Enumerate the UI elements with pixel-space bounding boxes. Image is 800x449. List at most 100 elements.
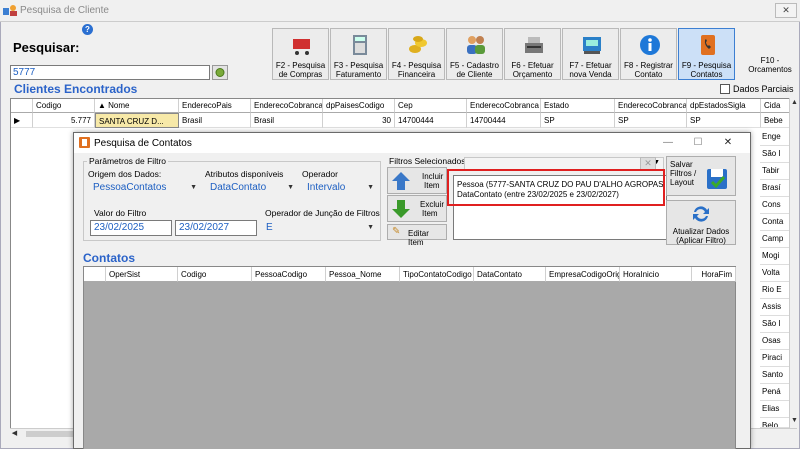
row-indicator[interactable]: ▶ — [11, 113, 33, 128]
f10-orcamentos-button[interactable]: F10 - Orcamentos — [742, 56, 798, 74]
operador-juncao-label: Operador de Junção de Filtros — [265, 208, 380, 218]
atributos-select[interactable]: DataContato ▼ — [205, 180, 298, 196]
origem-dados-label: Origem dos Dados: — [88, 169, 162, 179]
contatos-header-empresacodigoorig[interactable]: EmpresaCodigoOrig — [546, 267, 620, 282]
city-cell[interactable]: Conta — [760, 214, 790, 231]
cell-cidade[interactable]: Bebe — [761, 113, 791, 128]
f9-pesquisa-contatos-button[interactable]: F9 - Pesquisa Contatos — [678, 28, 735, 80]
city-cell[interactable]: Pená — [760, 384, 790, 401]
city-cell[interactable]: Rio E — [760, 282, 790, 299]
contatos-header-indicator — [84, 267, 106, 282]
grid-header-cidade[interactable]: Cida — [761, 99, 791, 113]
cell-enderecopais[interactable]: Brasil — [179, 113, 251, 128]
grid-header-dppaisescodigo[interactable]: dpPaisesCodigo — [323, 99, 395, 113]
help-icon[interactable]: ? — [82, 24, 93, 35]
contatos-grid[interactable]: OperSist Codigo PessoaCodigo Pessoa_Nome… — [83, 266, 736, 449]
f3-label-2: Faturamento — [335, 70, 382, 79]
origem-dados-select[interactable]: PessoaContatos ▼ — [88, 180, 201, 196]
city-cell[interactable]: Osas — [760, 333, 790, 350]
city-cell[interactable]: Cons — [760, 197, 790, 214]
city-cell[interactable]: Mogi — [760, 248, 790, 265]
search-input[interactable]: 5777 — [10, 65, 210, 80]
scroll-down-icon[interactable]: ▼ — [790, 416, 799, 426]
dados-parciais-checkbox[interactable]: Dados Parciais — [720, 84, 794, 94]
f3-pesquisa-faturamento-button[interactable]: F3 - Pesquisa Faturamento — [330, 28, 387, 80]
f10-label-1: F10 - — [760, 56, 780, 65]
contatos-header-pessoacodigo[interactable]: PessoaCodigo — [252, 267, 326, 282]
cell-dppaisescodigo[interactable]: 30 — [323, 113, 395, 128]
contatos-header-datacontato[interactable]: DataContato — [474, 267, 546, 282]
contatos-header-pessoa-nome[interactable]: Pessoa_Nome — [326, 267, 400, 282]
f2-pesquisa-compras-button[interactable]: F2 - Pesquisa de Compras — [272, 28, 329, 80]
operador-select[interactable]: Intervalo ▼ — [302, 180, 378, 196]
dialog-minimize-button[interactable]: — — [654, 135, 682, 151]
operador-juncao-select[interactable]: E ▼ — [261, 220, 378, 236]
cell-cep[interactable]: 14700444 — [395, 113, 467, 128]
contatos-header-opersist[interactable]: OperSist — [106, 267, 178, 282]
contatos-header-codigo[interactable]: Codigo — [178, 267, 252, 282]
city-cell[interactable]: Santo — [760, 367, 790, 384]
city-cell[interactable]: São I — [760, 146, 790, 163]
f5-cadastro-cliente-button[interactable]: F5 - Cadastro de Cliente — [446, 28, 503, 80]
cell-codigo[interactable]: 5.777 — [33, 113, 95, 128]
cell-dpestadossigla[interactable]: SP — [687, 113, 761, 128]
pesquisa-contatos-dialog: Pesquisa de Contatos — ☐ ✕ Parâmetros de… — [73, 132, 751, 449]
cell-estado[interactable]: SP — [541, 113, 615, 128]
grid-header-enderecocobranca[interactable]: EnderecoCobranca — [251, 99, 323, 113]
grid-vertical-scrollbar[interactable]: ▲ ▼ — [789, 98, 798, 428]
checkbox-box — [720, 84, 730, 94]
scroll-left-icon[interactable]: ◀ — [10, 429, 19, 439]
contatos-header-horafim[interactable]: HoraFim — [692, 267, 736, 282]
grid-header-estado[interactable]: Estado — [541, 99, 615, 113]
city-cell[interactable]: Elias — [760, 401, 790, 418]
valor-ate-input[interactable]: 23/02/2027 — [175, 220, 257, 236]
excluir-item-button[interactable]: Excluir Item — [387, 195, 447, 222]
grid-header-codigo[interactable]: Codigo — [33, 99, 95, 113]
city-cell[interactable]: Piraci — [760, 350, 790, 367]
chevron-down-icon: ▼ — [367, 184, 374, 191]
incluir-item-button[interactable]: Incluir Item — [387, 167, 447, 194]
dialog-close-button[interactable]: ✕ — [714, 135, 742, 151]
cell-enderecocobranca-2[interactable]: 14700444 — [467, 113, 541, 128]
dialog-maximize-button[interactable]: ☐ — [684, 135, 712, 151]
city-cell[interactable]: Tabir — [760, 163, 790, 180]
title-bar: Pesquisa de Cliente ✕ — [0, 0, 800, 22]
grid-header-dpestadossigla[interactable]: dpEstadosSigla — [687, 99, 761, 113]
city-cell[interactable]: Camp — [760, 231, 790, 248]
city-cell[interactable]: São I — [760, 316, 790, 333]
window-close-button[interactable]: ✕ — [775, 3, 797, 18]
f8-registrar-contato-button[interactable]: F8 - Registrar Contato — [620, 28, 677, 80]
cell-nome[interactable]: SANTA CRUZ D... — [95, 113, 179, 128]
city-cell[interactable]: Volta — [760, 265, 790, 282]
f9-label-1: F9 - Pesquisa — [681, 61, 732, 70]
salvar-filtros-layout-button[interactable]: Salvar Filtros / Layout — [666, 156, 736, 196]
search-go-button[interactable] — [212, 65, 228, 80]
contatos-header-horainicio[interactable]: HoraInicio — [620, 267, 692, 282]
f7-efetuar-venda-button[interactable]: F7 - Efetuar nova Venda — [562, 28, 619, 80]
f4-pesquisa-financeira-button[interactable]: F4 - Pesquisa Financeira — [388, 28, 445, 80]
contatos-header-tipocontatocodigo[interactable]: TipoContatoCodigo — [400, 267, 474, 282]
scroll-up-icon[interactable]: ▲ — [790, 98, 799, 108]
city-cell[interactable]: Brasí — [760, 180, 790, 197]
salvar-label-1: Salvar — [670, 160, 693, 169]
grid-header-enderecocobranca-3[interactable]: EnderecoCobranca — [615, 99, 687, 113]
city-cell[interactable]: Enge — [760, 129, 790, 146]
editar-label: Editar Item — [408, 229, 429, 247]
f6-efetuar-orcamento-button[interactable]: F6 - Efetuar Orçamento — [504, 28, 561, 80]
grid-header-enderecocobranca-2[interactable]: EnderecoCobranca — [467, 99, 541, 113]
phone-book-icon — [701, 35, 715, 55]
atualizar-dados-button[interactable]: Atualizar Dados (Aplicar Filtro) — [666, 200, 736, 245]
editar-item-button[interactable]: ✎ Editar Item — [387, 224, 447, 247]
city-cell[interactable]: Assis — [760, 299, 790, 316]
grid-header-cep[interactable]: Cep — [395, 99, 467, 113]
city-cell[interactable]: Belo — [760, 418, 790, 428]
cell-enderecocobranca-3[interactable]: SP — [615, 113, 687, 128]
grid-header-nome[interactable]: ▲ Nome — [95, 99, 179, 113]
excluir-label-2: Item — [422, 209, 438, 218]
f9-label-2: Contatos — [690, 70, 723, 79]
cell-enderecocobranca[interactable]: Brasil — [251, 113, 323, 128]
grid-header-enderecopais[interactable]: EnderecoPais — [179, 99, 251, 113]
contatos-label: Contatos — [83, 251, 135, 265]
origem-dados-value: PessoaContatos — [93, 182, 167, 193]
valor-de-input[interactable]: 23/02/2025 — [90, 220, 172, 236]
